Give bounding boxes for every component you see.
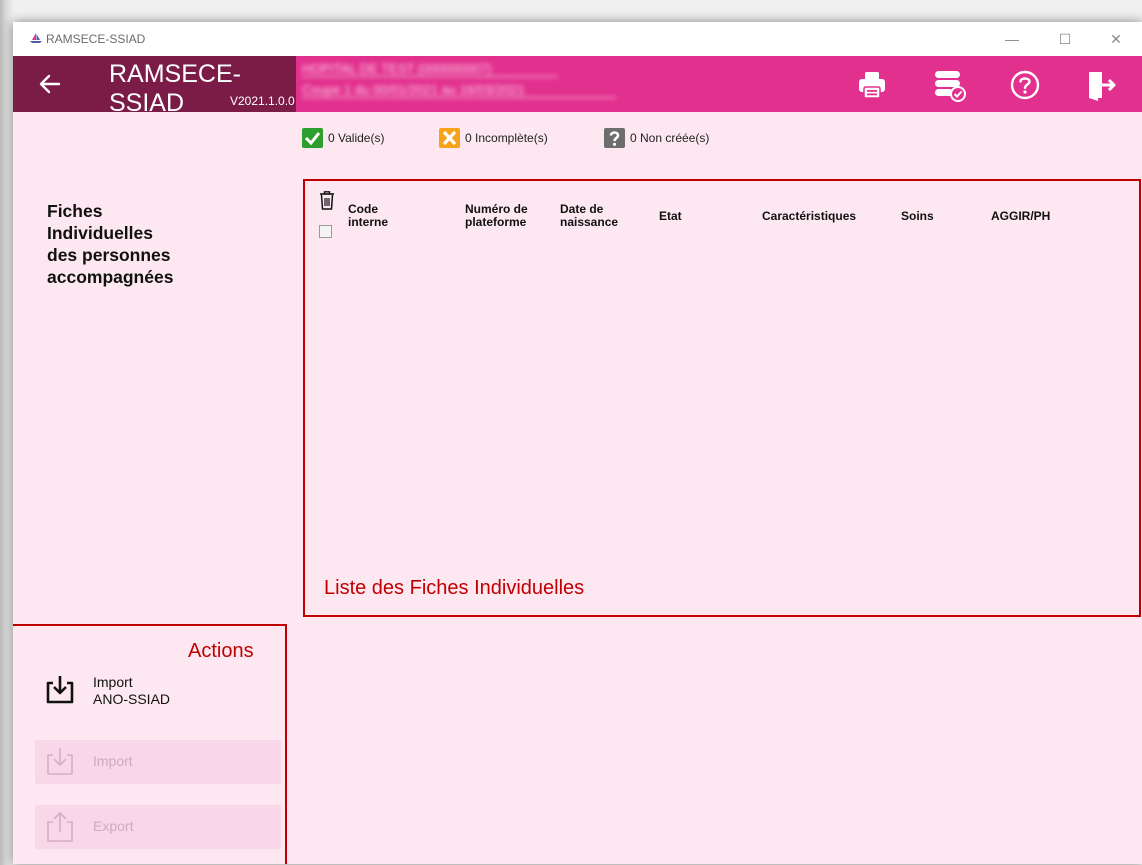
individual-records-list[interactable]: Code interne Numéro de plateforme Date d… bbox=[303, 179, 1141, 617]
header-brand-panel: RAMSECE-SSIAD V2021.1.0.0 bbox=[13, 56, 296, 117]
incomplete-x-icon bbox=[439, 128, 460, 148]
export-button[interactable]: Export bbox=[35, 805, 281, 849]
establishment-name: HOPITAL DE TEST (000000007) bbox=[302, 61, 558, 77]
import-ano-ssiad-button[interactable]: Import ANO-SSIAD bbox=[35, 668, 281, 712]
title-bar[interactable]: RAMSECE-SSIAD — ☐ ✕ bbox=[13, 22, 1142, 56]
exit-icon[interactable] bbox=[1083, 68, 1117, 102]
column-header-care[interactable]: Soins bbox=[901, 210, 934, 223]
column-header-line: Caractéristiques bbox=[762, 209, 857, 223]
column-header-code[interactable]: Code interne bbox=[348, 203, 388, 229]
column-header-line: plateforme bbox=[465, 215, 527, 229]
database-check-icon[interactable] bbox=[932, 68, 966, 102]
export-label: Export bbox=[93, 818, 134, 834]
column-header-state[interactable]: Etat bbox=[659, 210, 682, 223]
application-window: RAMSECE-SSIAD — ☐ ✕ RAMSECE-SSIAD V2021.… bbox=[13, 22, 1142, 864]
trash-icon[interactable] bbox=[318, 190, 336, 210]
not-created-count-label: 0 Non créée(s) bbox=[630, 131, 710, 145]
section-title: Fiches Individuelles des personnes accom… bbox=[47, 200, 247, 288]
column-header-line: naissance bbox=[560, 215, 619, 229]
actions-panel: Actions Import ANO-SSIAD Import Export bbox=[13, 624, 287, 864]
help-icon[interactable] bbox=[1008, 68, 1042, 102]
question-mark-icon bbox=[604, 128, 625, 148]
column-header-line: Etat bbox=[659, 209, 682, 223]
valid-count-label: 0 Valide(s) bbox=[328, 131, 385, 145]
app-header: RAMSECE-SSIAD V2021.1.0.0 HOPITAL DE TES… bbox=[13, 56, 1142, 117]
section-title-line: des personnes bbox=[47, 245, 171, 265]
import-icon bbox=[46, 676, 74, 704]
minimize-button[interactable]: — bbox=[989, 28, 1035, 50]
column-header-platform-number[interactable]: Numéro de plateforme bbox=[465, 203, 528, 229]
back-arrow-icon[interactable] bbox=[37, 71, 63, 97]
section-title-line: Fiches bbox=[47, 201, 103, 221]
window-title: RAMSECE-SSIAD bbox=[46, 32, 146, 46]
section-title-line: Individuelles bbox=[47, 223, 153, 243]
valid-check-icon bbox=[302, 128, 323, 148]
export-icon bbox=[47, 812, 73, 842]
close-button[interactable]: ✕ bbox=[1093, 28, 1139, 50]
action-label-line: ANO-SSIAD bbox=[93, 691, 171, 707]
column-header-characteristics[interactable]: Caractéristiques bbox=[762, 210, 856, 223]
maximize-button[interactable]: ☐ bbox=[1042, 28, 1088, 50]
printer-icon[interactable] bbox=[855, 68, 889, 102]
select-all-checkbox[interactable] bbox=[319, 225, 332, 238]
column-header-line: Soins bbox=[901, 209, 934, 223]
actions-annotation-title: Actions bbox=[188, 640, 254, 662]
column-header-birth-date[interactable]: Date de naissance bbox=[560, 203, 618, 229]
action-label-line: Import bbox=[93, 674, 133, 690]
import-button[interactable]: Import bbox=[35, 740, 281, 784]
column-header-line: AGGIR/PH bbox=[991, 209, 1051, 223]
app-version: V2021.1.0.0 bbox=[230, 94, 295, 108]
main-content: 0 Valide(s) 0 Incomplète(s) 0 Non créée(… bbox=[13, 112, 1142, 864]
list-annotation-caption: Liste des Fiches Individuelles bbox=[324, 577, 585, 599]
period-label: Coupe 1 du 00/01/2021 au 16/03/2021 bbox=[302, 82, 616, 98]
import-icon bbox=[47, 748, 73, 775]
app-logo-icon bbox=[30, 33, 42, 43]
column-header-line: interne bbox=[348, 215, 389, 229]
import-ano-ssiad-label: Import ANO-SSIAD bbox=[93, 674, 170, 708]
column-header-aggir-ph[interactable]: AGGIR/PH bbox=[991, 210, 1050, 223]
section-title-line: accompagnées bbox=[47, 267, 174, 287]
incomplete-count-label: 0 Incomplète(s) bbox=[465, 131, 548, 145]
import-label: Import bbox=[93, 753, 133, 769]
app-name: RAMSECE-SSIAD bbox=[109, 60, 241, 117]
